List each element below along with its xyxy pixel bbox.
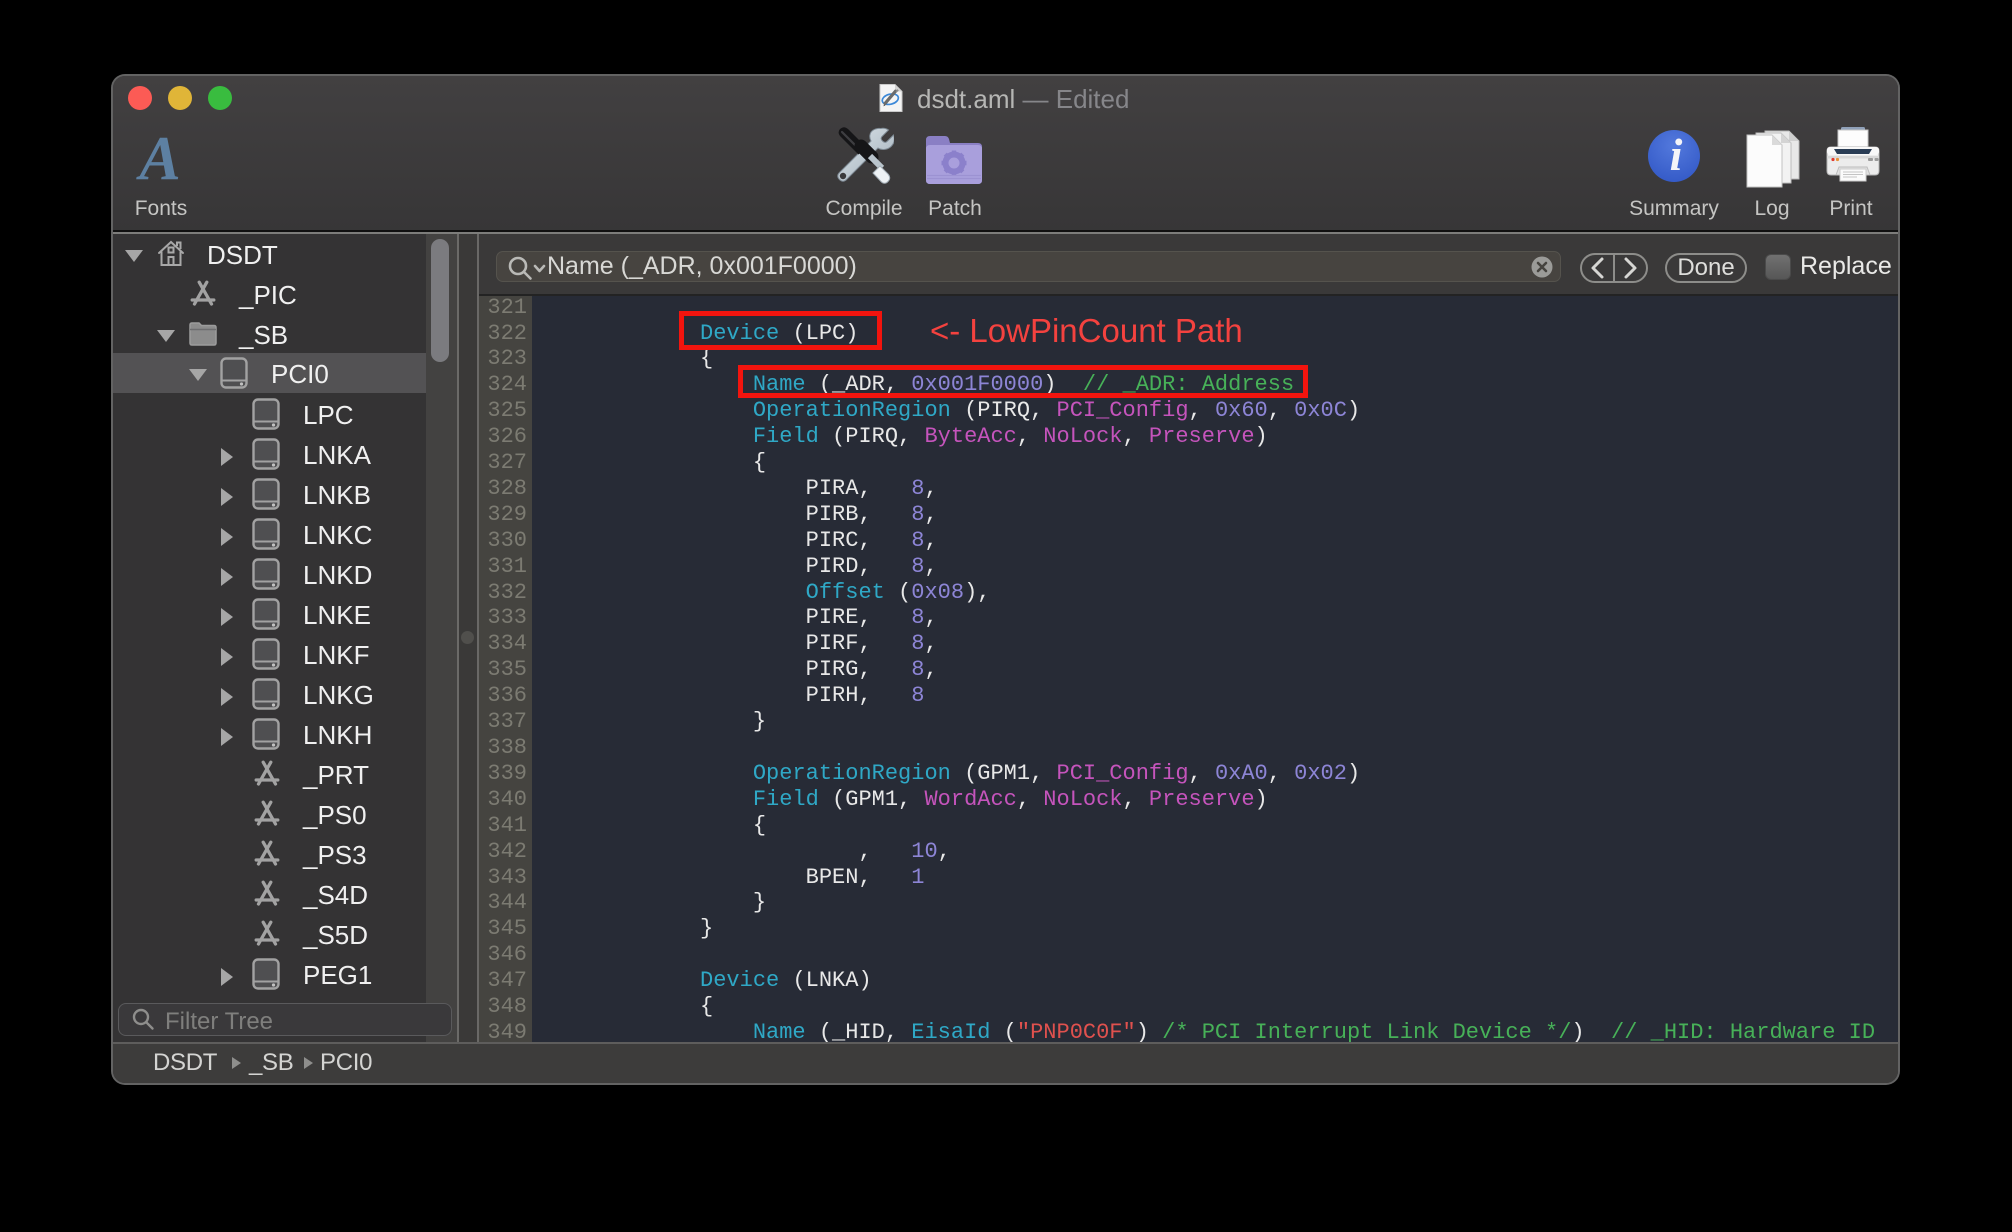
svg-text:i: i: [1670, 129, 1683, 180]
svg-text:A: A: [135, 129, 180, 189]
